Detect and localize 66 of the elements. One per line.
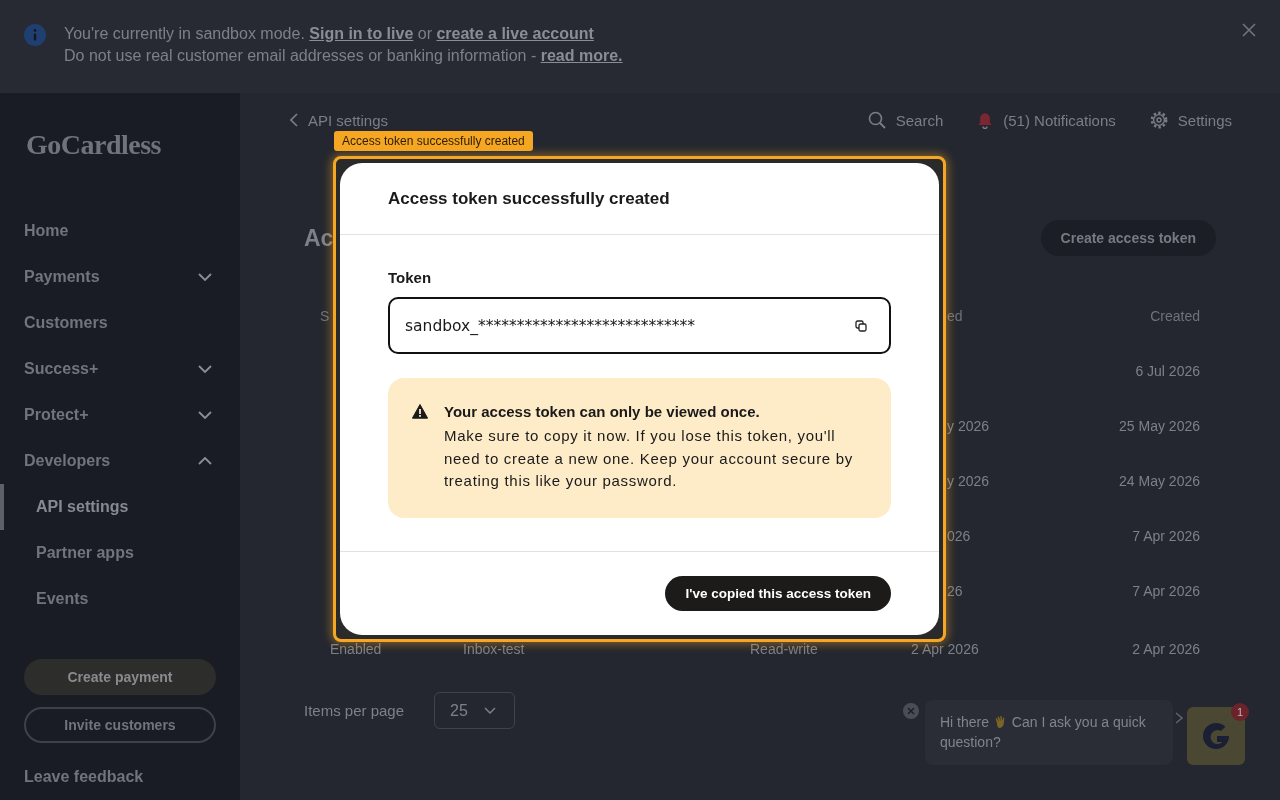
page-size-select[interactable]: 25 [434, 692, 516, 729]
close-icon[interactable] [903, 703, 919, 719]
sidebar-button[interactable]: Create payment [24, 659, 216, 695]
sidebar-item[interactable]: Customers [0, 300, 240, 346]
table-cell: 7 Apr 2026 [1132, 582, 1200, 599]
table-cell: y 2026 [947, 472, 990, 489]
page-heading: Ac [304, 224, 334, 252]
search-button[interactable]: Search [867, 111, 944, 129]
column-header: S [320, 307, 330, 324]
sidebar-item[interactable]: API settings [0, 484, 240, 530]
search-icon [867, 111, 886, 129]
chat-bubble[interactable]: Hi there Can I ask you a quick question? [925, 700, 1173, 765]
highlight-label: Access token successfully created [334, 131, 533, 151]
sandbox-notice: You're currently in sandbox mode. Sign in to live or create a live account [64, 24, 595, 44]
column-header: Created [1150, 307, 1200, 324]
logo-icon [1202, 722, 1230, 750]
confirm-button[interactable]: I've copied this access token [665, 576, 891, 611]
sidebar-item[interactable]: Partner apps [0, 530, 240, 576]
warning-icon [412, 404, 428, 419]
close-icon[interactable] [1242, 23, 1256, 37]
field-label: Token [388, 268, 433, 288]
table-cell: 24 May 2026 [1119, 472, 1200, 489]
chevron-right-icon [1175, 712, 1183, 724]
info-icon [24, 24, 46, 46]
chevron-left-icon [290, 113, 298, 127]
gear-icon [1149, 111, 1168, 129]
sidebar-button[interactable]: Invite customers [24, 707, 216, 743]
sidebar-item[interactable]: Home [0, 208, 240, 254]
sidebar-item[interactable]: Events [0, 576, 240, 622]
sidebar-item[interactable]: Developers [0, 438, 240, 484]
table-cell: 25 May 2026 [1119, 417, 1200, 434]
copy-icon[interactable] [855, 319, 867, 332]
table-cell: 2 Apr 2026 [1132, 641, 1200, 657]
table-cell: Enabled [330, 641, 382, 657]
chat-launcher-button[interactable] [1187, 707, 1245, 765]
chevron-down-icon [484, 707, 497, 714]
token-field[interactable]: sandbox_**************************** [388, 297, 891, 354]
chat-message: Hi there Can I ask you a quick question? [940, 713, 1147, 752]
table-cell: 26 [947, 582, 963, 599]
sidebar-item[interactable]: Payments [0, 254, 240, 300]
warning-title: Your access token can only be viewed once. [444, 402, 761, 422]
column-header: ed [947, 307, 963, 324]
data-warning-notice: Do not use real customer email addresses or banking information - read more. [64, 46, 623, 66]
table-cell: 026 [947, 527, 971, 544]
sidebar-item[interactable]: Protect+ [0, 392, 240, 438]
feedback-link[interactable]: Leave feedback [24, 765, 144, 789]
items-per-page-label: Items per page [304, 702, 405, 719]
table-cell: 7 Apr 2026 [1132, 527, 1200, 544]
create-token-button[interactable]: Create access token [1040, 220, 1216, 256]
table-cell: Read-write [750, 641, 818, 657]
bell-icon [977, 111, 994, 129]
table-cell: 6 Jul 2026 [1135, 362, 1200, 379]
notification-badge: 1 [1231, 703, 1249, 721]
dialog-title: Access token successfully created [388, 188, 670, 209]
back-link[interactable]: API settings [290, 111, 389, 129]
notice-link[interactable]: Sign in to live [309, 25, 414, 42]
table-cell: y 2026 [947, 417, 990, 434]
brand-logo: GoCardless [25, 131, 161, 159]
notice-link[interactable]: read more. [540, 47, 623, 64]
table-cell: Inbox-test [463, 641, 525, 657]
notifications-button[interactable]: (51) Notifications [977, 111, 1116, 129]
sidebar-item[interactable]: Success+ [0, 346, 240, 392]
table-cell: 2 Apr 2026 [911, 641, 979, 657]
warning-text: Make sure to copy it now. If you lose this token, you'll need to create a new one. Keep your account secure by treating this like your password. [444, 426, 854, 491]
settings-button[interactable]: Settings [1149, 111, 1232, 129]
notice-link[interactable]: create a live account [436, 25, 594, 42]
